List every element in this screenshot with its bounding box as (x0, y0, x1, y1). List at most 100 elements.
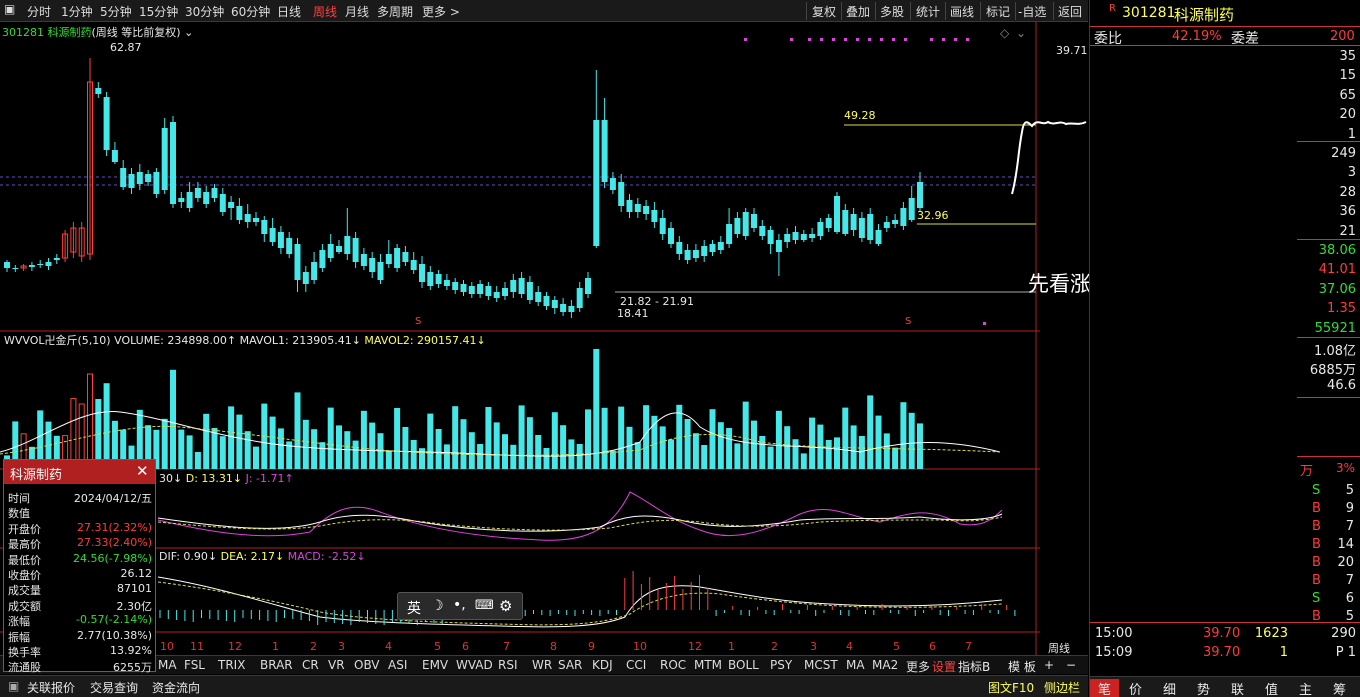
data-window-key: 涨幅 (8, 615, 30, 629)
toolbar-button[interactable]: 统计 (916, 3, 940, 20)
window-icon[interactable]: ▣ (4, 2, 15, 16)
indicator-tab[interactable]: ROC (660, 658, 686, 672)
indicator-right-button[interactable]: + (1044, 658, 1054, 672)
quote-value: 38.06 (1318, 243, 1356, 258)
indicator-tab[interactable]: 设置 (932, 658, 956, 675)
panel-tab[interactable]: 势 (1197, 679, 1210, 697)
toolbar-button[interactable]: 标记 (986, 3, 1010, 20)
chevron-down-icon[interactable]: ⌄ (184, 26, 193, 39)
diamond-icon[interactable]: ◇ (1000, 26, 1009, 40)
panel-tab[interactable]: 价 (1129, 679, 1142, 697)
indicator-tab[interactable]: WR (532, 658, 552, 672)
kdj-d-value: D: 13.31↓ (185, 472, 243, 485)
macd-dea-value: DEA: 2.17↓ (220, 550, 285, 563)
more-periods-button[interactable]: 更多 > (422, 3, 460, 20)
ime-toolbar[interactable]: 英 ☽ •, ⌨ ⚙ (397, 592, 523, 620)
indicator-right-button[interactable]: − (1066, 658, 1076, 672)
toolbar-button[interactable]: 复权 (812, 3, 836, 20)
indicator-tab[interactable]: WVAD (456, 658, 493, 672)
ime-language-label[interactable]: 英 (407, 598, 421, 618)
indicator-tab[interactable]: OBV (354, 658, 380, 672)
indicator-tab[interactable]: PSY (770, 658, 792, 672)
period-tab[interactable]: 30分钟 (185, 3, 224, 20)
toolbar-button[interactable]: -自选 (1018, 3, 1046, 20)
bottom-tab[interactable]: 资金流向 (152, 679, 200, 696)
indicator-tab[interactable]: SAR (558, 658, 582, 672)
indicator-tab[interactable]: CCI (626, 658, 646, 672)
indicator-tab[interactable]: 更多 (906, 658, 930, 675)
indicator-right-button[interactable]: 指标B (958, 658, 990, 675)
candle-body (111, 150, 118, 162)
volume-bar (892, 447, 899, 469)
indicator-tab[interactable]: VR (328, 658, 345, 672)
panel-tab[interactable]: 主 (1299, 679, 1312, 697)
bottom-tab[interactable]: 交易查询 (90, 679, 138, 696)
period-tab[interactable]: 5分钟 (100, 3, 132, 20)
indicator-tab[interactable]: MTM (694, 658, 722, 672)
indicator-tab[interactable]: CR (302, 658, 319, 672)
indicator-tab[interactable]: KDJ (592, 658, 613, 672)
chevron-down-icon[interactable]: ⌄ (1016, 26, 1026, 40)
candle-body (742, 212, 749, 236)
panel-tab[interactable]: 笔 (1090, 679, 1120, 697)
back-button[interactable]: 返回 (1058, 3, 1082, 20)
data-window-key: 收盘价 (8, 569, 41, 582)
indicator-tab[interactable]: MA2 (872, 658, 898, 672)
indicator-tab[interactable]: ASI (388, 658, 407, 672)
toolbar-button[interactable]: 画线 (950, 3, 974, 20)
panel-tab[interactable]: 值 (1265, 679, 1278, 697)
punctuation-icon[interactable]: •, (453, 597, 466, 613)
x-tick-label: 8 (550, 640, 557, 653)
volume-bar (302, 419, 309, 469)
candle-body (643, 206, 650, 214)
period-tab[interactable]: 60分钟 (231, 3, 270, 20)
indicator-tab[interactable]: EMV (422, 658, 448, 672)
candle-body (842, 210, 849, 234)
panel-tab[interactable]: 筹 (1333, 679, 1346, 697)
toolbar-button[interactable]: 叠加 (846, 3, 870, 20)
candle-body (294, 244, 301, 280)
panel-tab[interactable]: 细 (1163, 679, 1176, 697)
divider (1297, 397, 1360, 398)
indicator-tab[interactable]: RSI (498, 658, 518, 672)
moon-icon[interactable]: ☽ (431, 598, 444, 614)
f10-button[interactable]: 图文F10 (988, 679, 1034, 696)
period-tab[interactable]: 月线 (345, 3, 369, 20)
bottom-tab[interactable]: 关联报价 (27, 679, 75, 696)
toolbar-button[interactable]: 多股 (880, 3, 904, 20)
candle-body (701, 246, 708, 256)
volume-bar (211, 428, 218, 469)
candle-body (917, 182, 923, 208)
signal-dot (904, 38, 907, 41)
indicator-tab[interactable]: TRIX (218, 658, 245, 672)
volume-indicator-name[interactable]: WVVOL卍金斤(5,10) (4, 334, 111, 347)
period-tab[interactable]: 1分钟 (61, 3, 93, 20)
gear-icon[interactable]: ⚙ (499, 597, 512, 615)
panel-tab[interactable]: 联 (1231, 679, 1244, 697)
keyboard-icon[interactable]: ⌨ (475, 598, 494, 613)
period-tab[interactable]: 分时 (27, 3, 51, 20)
x-tick-label: 5 (434, 640, 441, 653)
indicator-tab[interactable]: MA (158, 658, 177, 672)
candle-body (145, 174, 152, 182)
bottom-bar: ▣ 关联报价 交易查询 资金流向 图文F10 侧边栏 (0, 675, 1088, 697)
period-tab-active[interactable]: 周线 (313, 3, 337, 20)
indicator-tab[interactable]: BOLL (728, 658, 759, 672)
volume-bar (551, 412, 558, 469)
candle-body (219, 194, 226, 212)
data-window-key: 成交量 (8, 584, 41, 598)
period-tab[interactable]: 15分钟 (139, 3, 178, 20)
close-icon[interactable]: ✕ (136, 462, 149, 480)
period-tab[interactable]: 日线 (277, 3, 301, 20)
indicator-tab[interactable]: BRAR (260, 658, 293, 672)
indicator-tab[interactable]: MA (846, 658, 865, 672)
indicator-right-button[interactable]: 模 板 (1008, 658, 1036, 675)
data-window-key: 成交额 (8, 599, 41, 613)
indicator-tab[interactable]: FSL (184, 658, 205, 672)
window-icon[interactable]: ▣ (8, 679, 19, 693)
indicator-tab[interactable]: MCST (804, 658, 838, 672)
volume-bar (502, 434, 508, 469)
period-tab[interactable]: 多周期 (377, 3, 413, 20)
sidebar-button[interactable]: 侧边栏 (1044, 679, 1080, 696)
volume-bar (593, 349, 600, 469)
